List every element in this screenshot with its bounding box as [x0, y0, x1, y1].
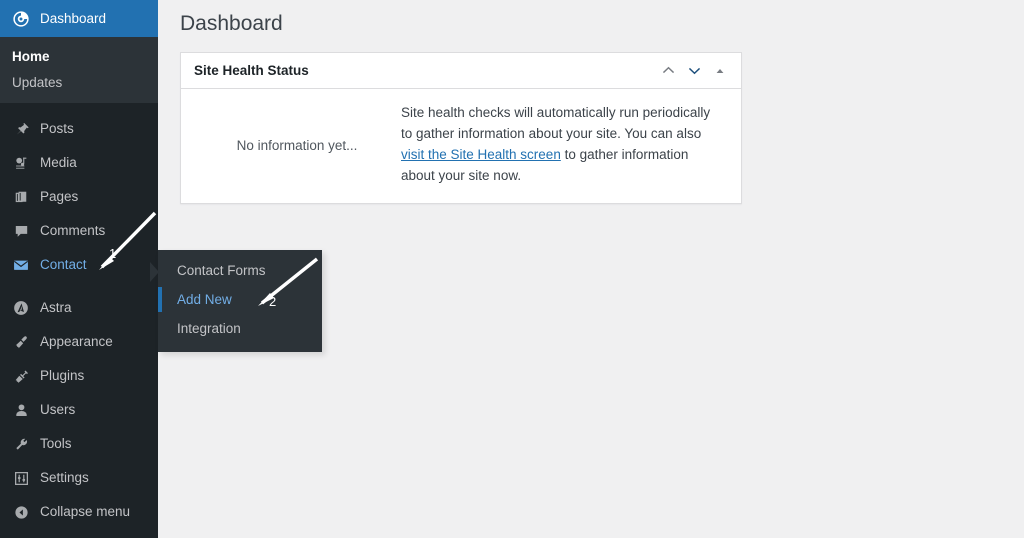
sidebar-item-label: Users	[40, 402, 76, 418]
plug-icon	[11, 366, 31, 386]
sidebar-item-tools[interactable]: Tools	[0, 427, 158, 461]
flyout-notch	[150, 262, 159, 282]
sidebar-item-label: Posts	[40, 121, 74, 137]
sliders-icon	[11, 468, 31, 488]
wrench-icon	[11, 434, 31, 454]
current-menu-arrow	[158, 10, 166, 27]
menu-separator	[0, 103, 158, 112]
paintbrush-icon	[11, 332, 31, 352]
health-status-text: No information yet...	[236, 137, 358, 153]
sidebar-item-appearance[interactable]: Appearance	[0, 325, 158, 359]
dashboard-gauge-icon	[11, 9, 31, 29]
page-title: Dashboard	[180, 12, 283, 35]
media-camera-icon	[11, 153, 31, 173]
sidebar-item-label: Media	[40, 155, 77, 171]
admin-sidebar: Dashboard Home Updates Posts Media Pages…	[0, 0, 166, 538]
sidebar-item-contact[interactable]: Contact	[0, 248, 158, 282]
triangle-up-icon[interactable]	[707, 58, 733, 84]
submenu-item-label: Updates	[12, 74, 63, 90]
sidebar-item-media[interactable]: Media	[0, 146, 158, 180]
sidebar-item-posts[interactable]: Posts	[0, 112, 158, 146]
sidebar-item-label: Pages	[40, 189, 79, 205]
sidebar-item-label: Comments	[40, 223, 106, 239]
sidebar-item-label: Appearance	[40, 334, 113, 350]
flyout-item-integration[interactable]: Integration	[158, 314, 322, 343]
submenu-item-label: Home	[12, 48, 50, 64]
sidebar-item-label: Contact	[40, 257, 87, 273]
sidebar-item-dashboard[interactable]: Dashboard	[0, 0, 166, 37]
sidebar-item-label: Dashboard	[40, 10, 107, 26]
sidebar-item-astra[interactable]: Astra	[0, 291, 158, 325]
health-description-before: Site health checks will automatically ru…	[401, 105, 711, 141]
envelope-icon	[11, 255, 31, 275]
flyout-item-add-new[interactable]: Add New	[158, 285, 322, 314]
chevron-down-icon[interactable]	[681, 58, 707, 84]
dashboard-submenu: Home Updates	[0, 37, 158, 103]
sidebar-item-label: Settings	[40, 470, 89, 486]
sidebar-item-users[interactable]: Users	[0, 393, 158, 427]
sidebar-item-comments[interactable]: Comments	[0, 214, 158, 248]
sidebar-item-label: Plugins	[40, 368, 85, 384]
sidebar-item-pages[interactable]: Pages	[0, 180, 158, 214]
panel-body: No information yet... Site health checks…	[181, 89, 741, 203]
pushpin-icon	[11, 119, 31, 139]
comment-bubble-icon	[11, 221, 31, 241]
annotation-number-1: 1	[109, 246, 117, 261]
collapse-menu-button[interactable]: Collapse menu	[0, 495, 158, 529]
menu-separator	[0, 282, 158, 291]
panel-title: Site Health Status	[194, 63, 309, 78]
sidebar-item-label: Tools	[40, 436, 72, 452]
health-status-column: No information yet...	[193, 103, 401, 187]
submenu-item-home[interactable]: Home	[0, 43, 158, 69]
flyout-item-label: Contact Forms	[177, 263, 266, 278]
annotation-number-2: 2	[269, 294, 277, 309]
health-description: Site health checks will automatically ru…	[401, 103, 729, 187]
site-health-screen-link[interactable]: visit the Site Health screen	[401, 147, 561, 162]
sidebar-item-plugins[interactable]: Plugins	[0, 359, 158, 393]
flyout-item-label: Integration	[177, 321, 241, 336]
collapse-menu-label: Collapse menu	[40, 504, 131, 520]
sidebar-item-settings[interactable]: Settings	[0, 461, 158, 495]
astra-logo-icon	[11, 298, 31, 318]
user-icon	[11, 400, 31, 420]
pages-stack-icon	[11, 187, 31, 207]
contact-flyout-menu: Contact Forms Add New Integration	[158, 250, 322, 352]
sidebar-item-label: Astra	[40, 300, 72, 316]
chevron-up-icon[interactable]	[655, 58, 681, 84]
site-health-status-panel: Site Health Status No information yet...	[180, 52, 742, 204]
flyout-item-label: Add New	[177, 292, 232, 307]
collapse-arrow-icon	[11, 502, 31, 522]
flyout-item-contact-forms[interactable]: Contact Forms	[158, 256, 322, 285]
submenu-item-updates[interactable]: Updates	[0, 69, 158, 95]
panel-header: Site Health Status	[181, 53, 741, 89]
